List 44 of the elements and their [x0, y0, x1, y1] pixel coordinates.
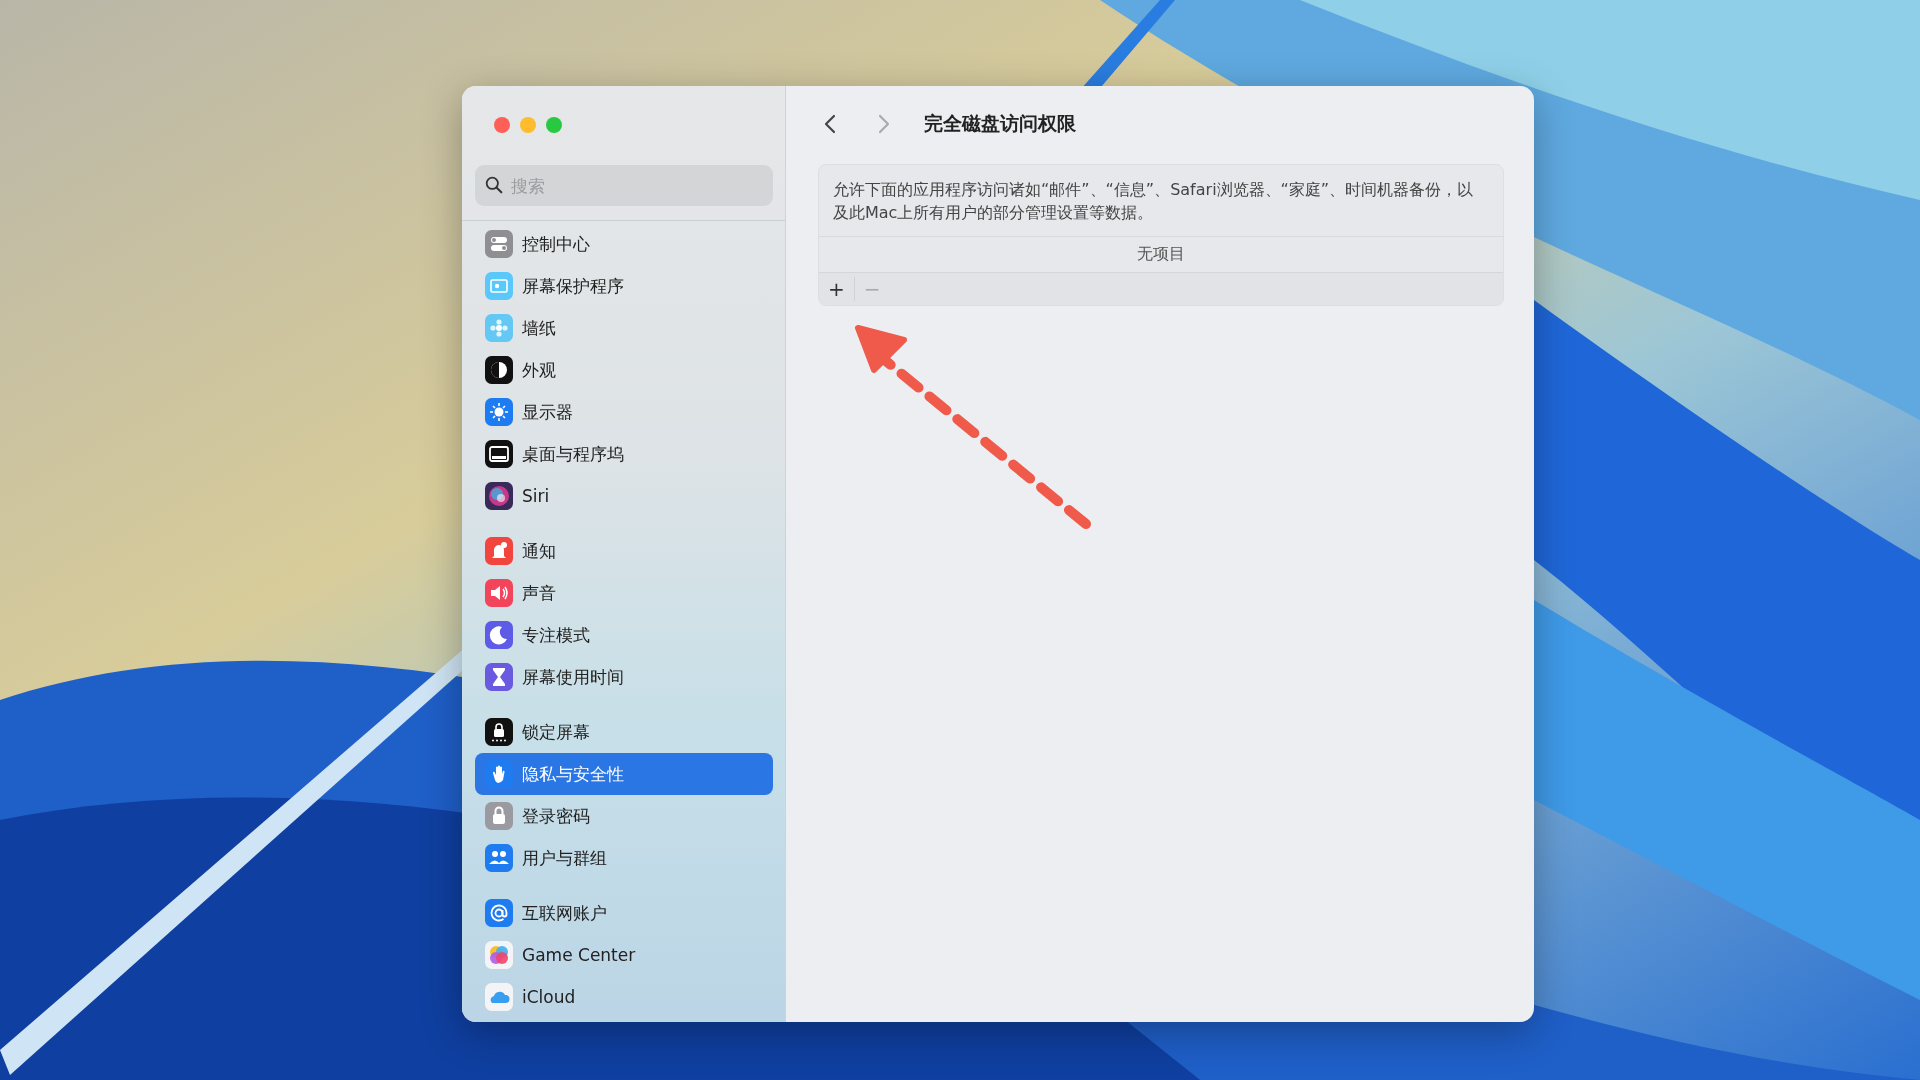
- flower-icon: [485, 314, 513, 342]
- description-text: 允许下面的应用程序访问诸如“邮件”、“信息”、Safari浏览器、“家庭”、时间机器备份，以及此Mac上所有用户的部分管理设置等数据。: [832, 179, 1475, 224]
- sidebar-item[interactable]: 墙纸: [475, 307, 773, 349]
- speaker-icon: [485, 579, 513, 607]
- sidebar-item[interactable]: 桌面与程序坞: [475, 433, 773, 475]
- sidebar-item[interactable]: 登录密码: [475, 795, 773, 837]
- moon-icon: [485, 621, 513, 649]
- sidebar-item[interactable]: Siri: [475, 475, 773, 517]
- sidebar-item[interactable]: 控制中心: [475, 223, 773, 265]
- minimize-button[interactable]: [520, 117, 536, 133]
- sidebar-item[interactable]: 隐私与安全性: [475, 753, 773, 795]
- sidebar-item[interactable]: iCloud: [475, 976, 773, 1018]
- zoom-button[interactable]: [546, 117, 562, 133]
- sidebar-item[interactable]: 专注模式: [475, 614, 773, 656]
- bubbles-icon: [485, 941, 513, 969]
- sidebar-item[interactable]: Game Center: [475, 934, 773, 976]
- at-sign-icon: [485, 899, 513, 927]
- sun-icon: [485, 398, 513, 426]
- sidebar-item[interactable]: 用户与群组: [475, 837, 773, 879]
- bell-icon: [485, 537, 513, 565]
- add-button[interactable]: +: [819, 277, 855, 301]
- cloud-icon: [485, 983, 513, 1011]
- padlock-icon: [485, 802, 513, 830]
- sidebar-item[interactable]: 互联网账户: [475, 892, 773, 934]
- sidebar-item[interactable]: 外观: [475, 349, 773, 391]
- sidebar-item[interactable]: 锁定屏幕: [475, 711, 773, 753]
- orb-icon: [485, 482, 513, 510]
- search-icon: [485, 176, 503, 194]
- chevron-right-icon: [878, 114, 890, 134]
- lock-icon: [485, 718, 513, 746]
- sidebar-item[interactable]: 屏幕使用时间: [475, 656, 773, 698]
- sidebar-item[interactable]: 通知: [475, 530, 773, 572]
- people-icon: [485, 844, 513, 872]
- sidebar-item[interactable]: 显示器: [475, 391, 773, 433]
- close-button[interactable]: [494, 117, 510, 133]
- chevron-left-icon: [824, 114, 836, 134]
- window-title: 完全磁盘访问权限: [924, 111, 1076, 136]
- window-icon: [485, 440, 513, 468]
- hand-icon: [485, 760, 513, 788]
- sidebar-item[interactable]: 声音: [475, 572, 773, 614]
- sidebar-item[interactable]: 屏幕保护程序: [475, 265, 773, 307]
- hourglass-icon: [485, 663, 513, 691]
- screen-icon: [485, 272, 513, 300]
- toggles-icon: [485, 230, 513, 258]
